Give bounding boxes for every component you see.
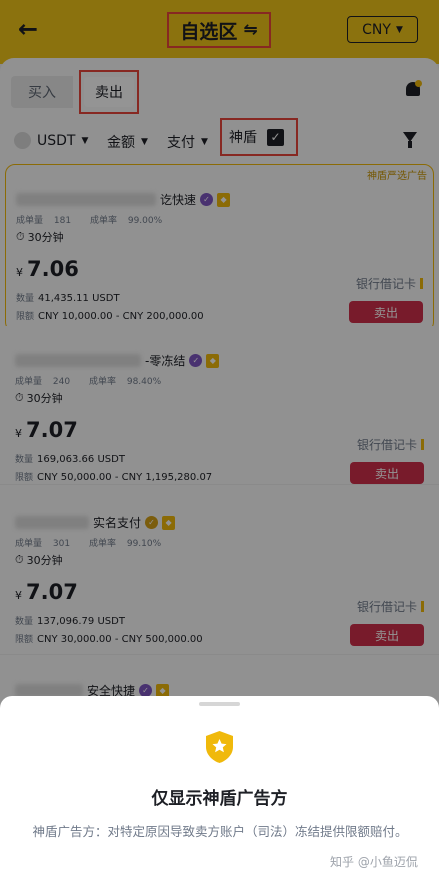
shield-info-sheet: 仅显示神盾广告方 神盾广告方：对特定原因导致卖方账户（司法）冻结提供限额赔付。 … [0,696,439,883]
sheet-title: 仅显示神盾广告方 [151,789,288,809]
sheet-drag-handle[interactable] [199,702,240,706]
watermark: 知乎 @小鱼迈侃 [330,855,418,869]
sheet-description: 神盾广告方：对特定原因导致卖方账户（司法）冻结提供限额赔付。 [32,824,408,839]
shield-star-icon [206,731,233,763]
